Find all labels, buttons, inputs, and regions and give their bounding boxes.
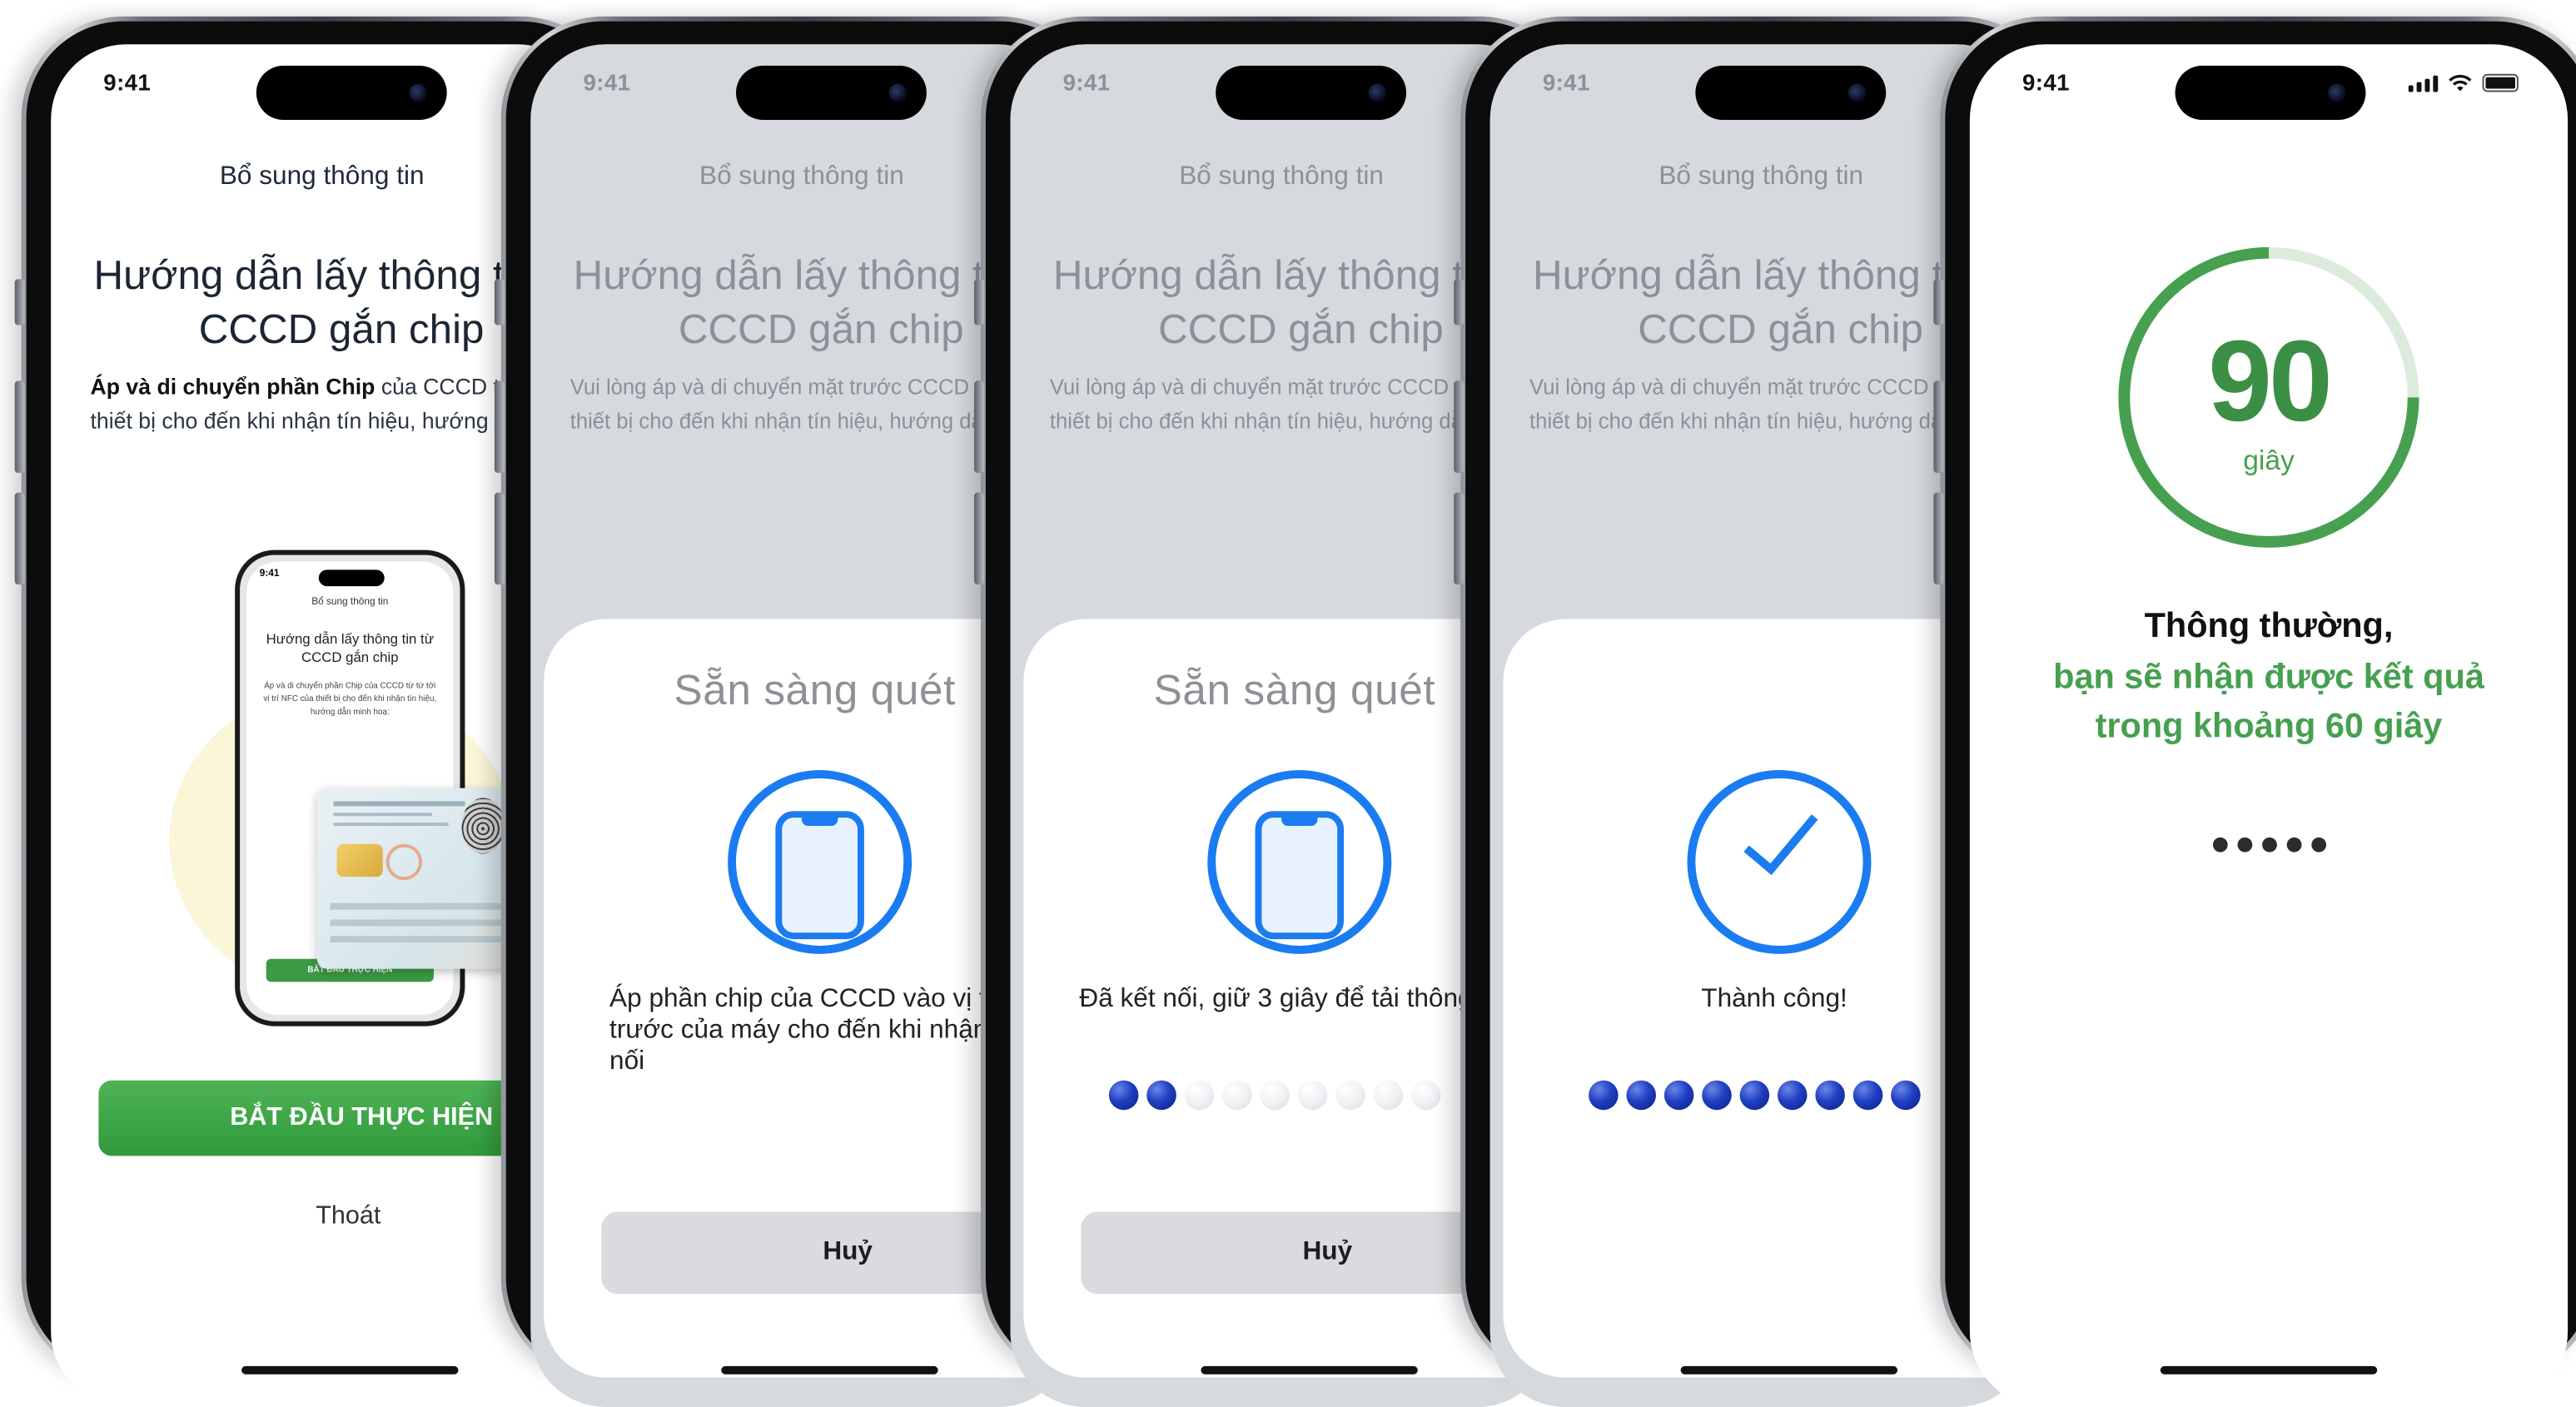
illustration-desc: Áp và di chuyển phần Chip của CCCD từ từ… — [263, 681, 437, 718]
dynamic-island — [1216, 65, 1407, 120]
status-time: 9:41 — [103, 68, 152, 96]
dynamic-island — [1695, 65, 1887, 120]
success-ring — [1687, 769, 1872, 954]
home-indicator — [241, 1365, 459, 1375]
loading-dot — [2236, 837, 2252, 853]
countdown-unit: giây — [2243, 445, 2295, 476]
progress-dots — [1108, 1080, 1441, 1111]
progress-dot — [1260, 1080, 1290, 1111]
progress-dot — [1778, 1080, 1808, 1111]
wifi-icon — [2449, 74, 2472, 92]
home-indicator — [2160, 1365, 2378, 1375]
illustration-header: Bổ sung thông tin — [311, 597, 389, 608]
loading-dot — [2310, 837, 2326, 853]
info-line-3: trong khoảng 60 giây — [2095, 708, 2443, 746]
progress-dot — [1626, 1080, 1656, 1111]
scan-ring — [728, 769, 913, 954]
progress-dot — [1702, 1080, 1732, 1111]
home-indicator — [1680, 1365, 1898, 1375]
progress-dot — [1373, 1080, 1404, 1111]
progress-dot — [1335, 1080, 1365, 1111]
dynamic-island — [2175, 65, 2366, 120]
screen-countdown: 9:41 90 giây Thông thường, bạn sẽ nhận đ… — [1969, 44, 2569, 1407]
progress-dots — [1589, 1080, 1921, 1111]
loading-dot — [2285, 837, 2301, 853]
info-line-1: Thông thường, — [2144, 607, 2394, 646]
info-line-2: bạn sẽ nhận được kết quả — [2053, 658, 2484, 697]
status-time: 9:41 — [583, 68, 631, 96]
progress-dot — [1891, 1080, 1921, 1111]
stage: 9:41 Bổ sung thông tin Hướng dẫn lấy thô… — [0, 0, 2576, 1407]
progress-dot — [1184, 1080, 1215, 1111]
home-indicator — [1201, 1365, 1418, 1375]
fingerprint-icon — [461, 798, 505, 854]
status-time: 9:41 — [1542, 68, 1590, 96]
progress-dot — [1146, 1080, 1176, 1111]
progress-dot — [1297, 1080, 1328, 1111]
progress-dot — [1815, 1080, 1845, 1111]
progress-dot — [1108, 1080, 1139, 1111]
signal-icon — [2408, 75, 2439, 92]
status-time: 9:41 — [2022, 68, 2070, 96]
scan-ring — [1207, 769, 1392, 954]
loading-dot — [2211, 837, 2227, 853]
home-indicator — [721, 1365, 938, 1375]
progress-dot — [1222, 1080, 1252, 1111]
phone-outline-icon — [775, 811, 864, 940]
countdown-value: 90 — [2208, 316, 2333, 445]
illustration-title: Hướng dẫn lấy thông tin từ CCCD gắn chip — [266, 630, 434, 665]
loading-dots — [1970, 837, 2568, 853]
chip-icon — [336, 843, 383, 878]
progress-dot — [1410, 1080, 1441, 1111]
loading-dot — [2261, 837, 2276, 853]
dynamic-island — [735, 65, 927, 120]
instruction-bold: Áp và di chuyển phần Chip — [90, 374, 375, 400]
dynamic-island — [256, 65, 447, 120]
progress-dot — [1739, 1080, 1770, 1111]
phone-countdown: 9:41 90 giây Thông thường, bạn sẽ nhận đ… — [1933, 16, 2576, 1407]
phone-outline-icon — [1255, 811, 1345, 940]
checkmark-icon — [1743, 796, 1818, 876]
status-time: 9:41 — [1062, 68, 1111, 96]
status-icons — [2408, 73, 2519, 92]
progress-dot — [1663, 1080, 1694, 1111]
battery-icon — [2482, 73, 2519, 92]
progress-dot — [1852, 1080, 1883, 1111]
progress-dot — [1589, 1080, 1619, 1111]
